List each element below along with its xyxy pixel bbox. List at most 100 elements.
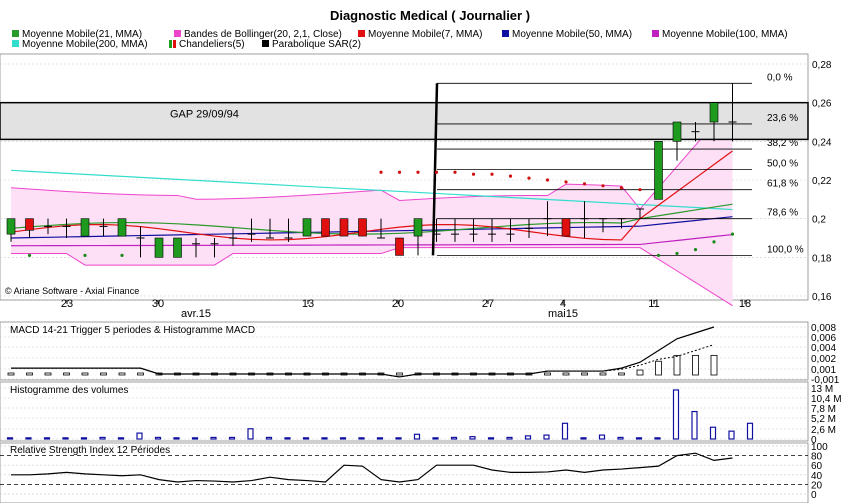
fib-level-label: 23,6 %: [767, 113, 798, 124]
x-month-label: mai15: [548, 308, 578, 320]
volume-bar: [487, 437, 495, 440]
macd-histogram-bar: [63, 372, 70, 376]
volume-bar: [746, 422, 754, 440]
macd-histogram-bar: [7, 372, 15, 376]
price-tick-label: 0,22: [812, 176, 832, 187]
legend-label-candles: Chandeliers(5): [179, 39, 245, 50]
macd-tick-label: 0,004: [811, 343, 836, 354]
volume-bar: [543, 434, 550, 440]
sar-dot: [545, 178, 550, 182]
sar-dot: [120, 253, 124, 257]
legend-label-mm200: Moyenne Mobile(200, MMA): [22, 39, 148, 50]
legend-swatch-mm200: [12, 40, 19, 47]
chart-canvas: Diagnostic Medical ( Journalier ) Moyenn…: [0, 8, 842, 503]
macd-histogram-bar: [673, 354, 681, 376]
candle-body: [6, 218, 16, 235]
price-tick-label: 0,2: [812, 215, 826, 226]
volume-bar: [321, 437, 328, 440]
volume-bar: [154, 436, 162, 440]
macd-panel: 0,0080,0060,0040,0020,001-0,001MACD 14-2…: [0, 321, 840, 386]
volume-bar: [99, 436, 106, 440]
price-tick-label: 0,18: [812, 253, 832, 264]
volume-bar: [284, 437, 291, 440]
x-tick-label: 30: [152, 298, 164, 310]
legend-swatch-mm7: [358, 30, 365, 37]
volume-bar: [561, 422, 569, 440]
volume-bar: [709, 426, 717, 440]
sar-dot: [656, 253, 661, 257]
x-tick-label: 13: [302, 298, 314, 310]
volume-bar: [617, 436, 624, 440]
rsi-panel: 100806040200Relative Strength Index 12 P…: [0, 442, 828, 503]
macd-histogram-bar: [636, 369, 644, 376]
volume-bar: [117, 437, 125, 440]
sar-dot: [564, 180, 568, 184]
sar-dot: [471, 172, 476, 176]
fib-level-label: 61,8 %: [767, 179, 798, 190]
sar-dot: [397, 170, 402, 174]
x-month-label: avr.15: [181, 308, 211, 320]
legend-swatch-mm50: [502, 30, 509, 37]
candle-body: [173, 237, 182, 258]
legend-swatch-sar: [262, 40, 269, 47]
macd-label: MACD 14-21 Trigger 5 periodes & Histogra…: [10, 325, 255, 336]
macd-histogram-bar: [44, 372, 52, 376]
candle-body: [302, 218, 312, 237]
gap-zone: [0, 101, 809, 141]
volume-bar: [228, 436, 236, 440]
volume-bar: [728, 430, 735, 440]
sar-dot: [527, 176, 531, 180]
macd-histogram-bar: [396, 372, 403, 376]
volume-bar: [413, 433, 421, 440]
sar-dot: [582, 182, 587, 186]
price-tick-label: 0,28: [812, 60, 832, 71]
x-tick-label: 23: [61, 298, 73, 310]
candle-body: [709, 102, 719, 123]
volume-bar: [191, 437, 199, 440]
legend-swatch-bollinger: [174, 30, 181, 37]
volume-bar: [6, 437, 14, 440]
volume-bar: [25, 437, 32, 440]
candle-body: [561, 218, 571, 237]
legend-swatch-candles-up: [169, 40, 172, 48]
sar-dot: [27, 253, 32, 257]
fib-level-label: 78,6 %: [767, 208, 798, 219]
sar-dot: [730, 232, 735, 236]
x-tick-label: 18: [739, 298, 751, 310]
volume-bar: [450, 436, 458, 440]
legend-swatch-mm21: [12, 30, 19, 37]
x-tick-label: 27: [482, 298, 494, 310]
sar-dot: [508, 174, 513, 178]
volume-bar: [265, 436, 273, 440]
volume-bar: [432, 437, 439, 440]
rsi-label: Relative Strength Index 12 Périodes: [10, 445, 170, 456]
macd-histogram-bar: [618, 372, 625, 376]
candle-body: [80, 218, 90, 237]
sar-dot: [601, 184, 605, 188]
macd-histogram-bar: [81, 372, 89, 376]
volume-bar: [339, 437, 347, 440]
fib-level-label: 38,2 %: [767, 138, 798, 149]
sar-dot: [416, 170, 420, 174]
volume-label: Histogramme des volumes: [10, 385, 128, 396]
volume-bar: [210, 436, 217, 440]
macd-histogram-bar: [100, 372, 107, 376]
x-tick-label: 11: [648, 298, 659, 310]
sar-dot: [619, 186, 624, 190]
candle-body: [117, 218, 127, 237]
candle-body: [654, 141, 663, 200]
volume-bar: [635, 437, 643, 440]
x-axis: 23 30 13 20 27 4 11 18avr.15 mai15: [61, 298, 751, 320]
legend-swatch-candles-down: [173, 40, 176, 48]
volume-panel: 13 M10,4 M7,8 M5,2 M2,6 M0Histogramme de…: [0, 381, 842, 446]
volume-bar: [654, 437, 661, 440]
price-tick-label: 0,26: [812, 99, 832, 110]
volume-bar: [173, 437, 180, 440]
sar-dot: [638, 188, 642, 192]
candle-body: [154, 237, 164, 258]
candle-body: [672, 121, 682, 142]
legend: Moyenne Mobile(21, MMA) Bandes de Bolling…: [12, 29, 788, 50]
volume-bar: [43, 437, 51, 440]
volume-tick-label: 5,2 M: [811, 414, 836, 425]
volume-bar: [136, 432, 143, 440]
